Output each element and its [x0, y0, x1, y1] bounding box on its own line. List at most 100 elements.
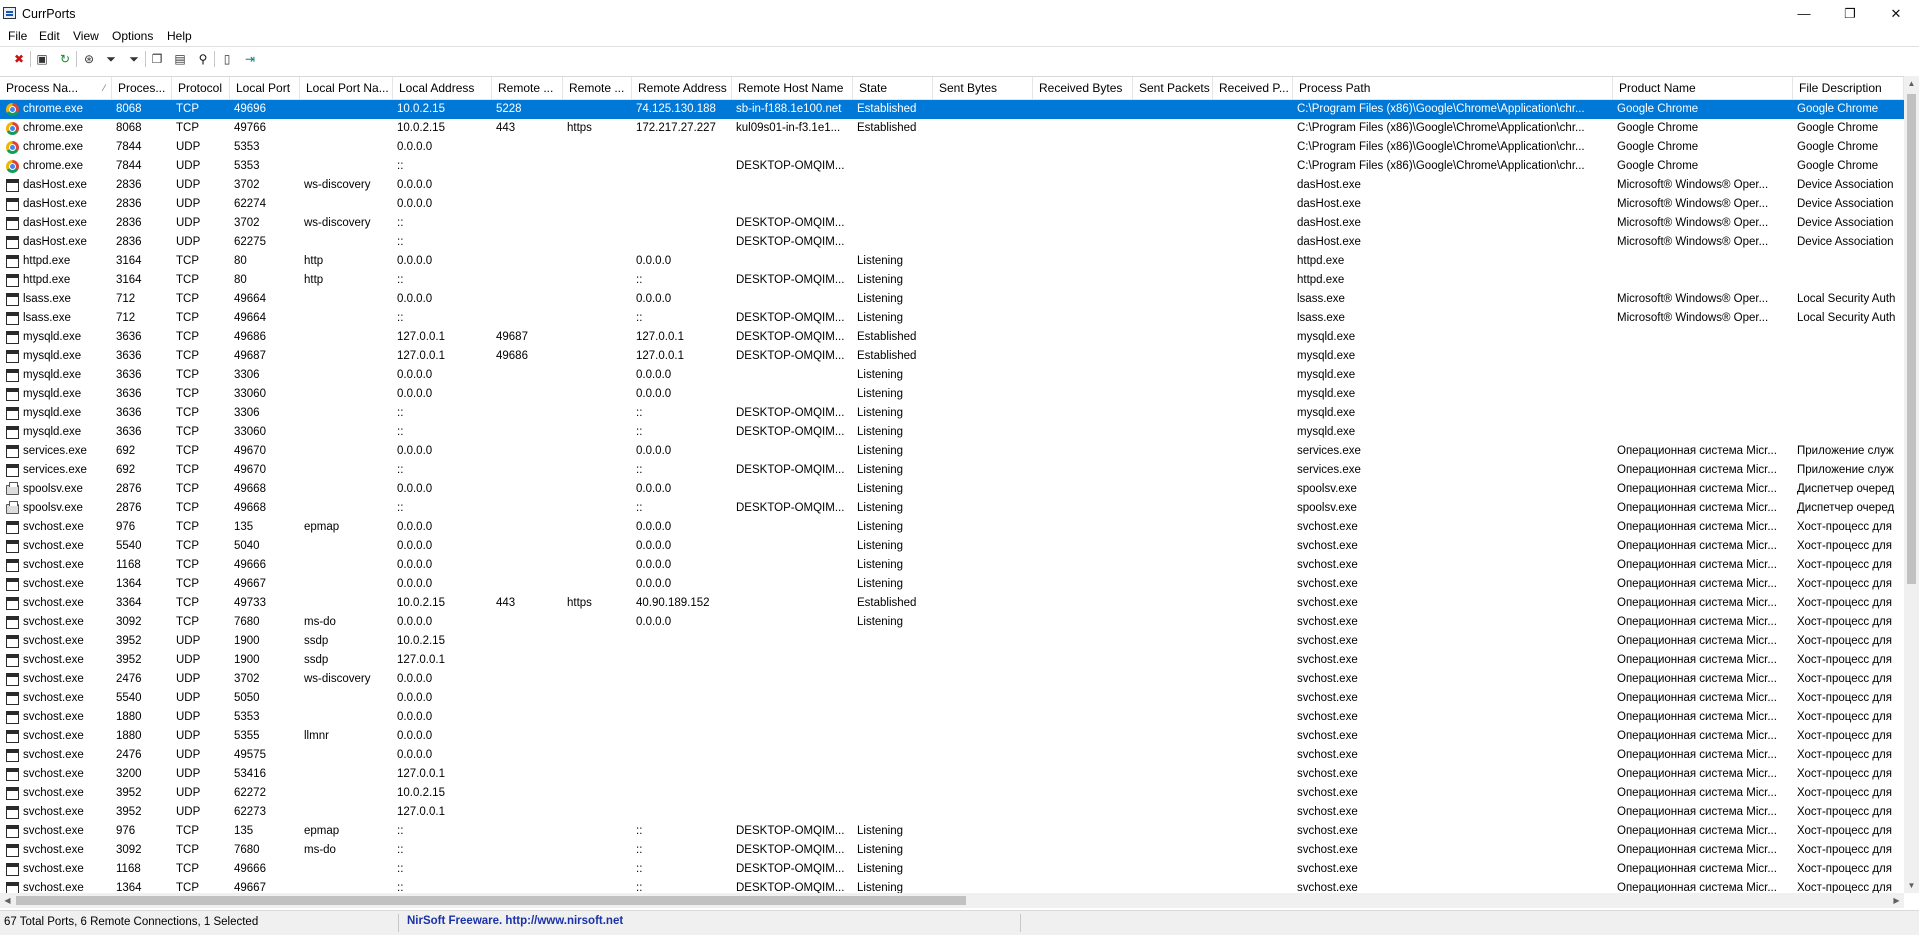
table-row[interactable]: mysqld.exe 3636 TCP 49686 127.0.0.1 49687 127.… [0, 328, 1904, 347]
minimize-button[interactable]: — [1781, 0, 1827, 28]
table-row[interactable]: spoolsv.exe 2876 TCP 49668 0.0.0.0 0.0.0.0 Lis… [0, 480, 1904, 499]
table-cell: 3092 [112, 613, 172, 632]
table-row[interactable]: chrome.exe 7844 UDP 5353 0.0.0.0 C:\Program F… [0, 138, 1904, 157]
table-row[interactable]: services.exe 692 TCP 49670 0.0.0.0 0.0.0.0 Lis… [0, 442, 1904, 461]
table-row[interactable]: svchost.exe 1168 TCP 49666:::: DESKTOP-OMQIM… [0, 860, 1904, 879]
find-icon[interactable]: ⚲ [194, 50, 212, 68]
menu-edit[interactable]: Edit [39, 29, 60, 43]
table-row[interactable]: dasHost.exe 2836 UDP 62274 0.0.0.0 dasHost.ex… [0, 195, 1904, 214]
options-icon[interactable]: ⊛ [80, 50, 98, 68]
table-row[interactable]: svchost.exe 1364 TCP 49667:::: DESKTOP-OMQIM… [0, 879, 1904, 894]
table-row[interactable]: svchost.exe 3952 UDP 62272 10.0.2.15 svchost.… [0, 784, 1904, 803]
column-header[interactable]: Sent Bytes [933, 77, 1033, 99]
column-header[interactable]: Process Na... ⁄ [0, 77, 112, 99]
table-cell: UDP [172, 689, 230, 708]
column-header[interactable]: Remote Address [632, 77, 732, 99]
column-header[interactable]: Received P... [1213, 77, 1293, 99]
table-row[interactable]: svchost.exe 976 TCP 135 epmap:::: DESKTOP-OMQ… [0, 822, 1904, 841]
table-row[interactable]: svchost.exe 3952 UDP 62273 127.0.0.1 svchost.… [0, 803, 1904, 822]
column-header[interactable]: Local Port [230, 77, 300, 99]
table-row[interactable]: svchost.exe 976 TCP 135 epmap 0.0.0.0 0.0.0.0 L… [0, 518, 1904, 537]
table-row[interactable]: dasHost.exe 2836 UDP 3702 ws-discovery:: DESK… [0, 214, 1904, 233]
table-row[interactable]: lsass.exe 712 TCP 49664:::: DESKTOP-OMQIM...… [0, 309, 1904, 328]
table-row[interactable]: services.exe 692 TCP 49670:::: DESKTOP-OMQIM… [0, 461, 1904, 480]
horizontal-scroll-thumb[interactable] [16, 896, 966, 905]
table-row[interactable]: chrome.exe 8068 TCP 49696 10.0.2.15 5228 74.12… [0, 100, 1904, 119]
menu-view[interactable]: View [73, 29, 99, 43]
table-row[interactable]: svchost.exe 3364 TCP 49733 10.0.2.15 443 https… [0, 594, 1904, 613]
table-row[interactable]: httpd.exe 3164 TCP 80 http 0.0.0.0 0.0.0.0 List… [0, 252, 1904, 271]
copy-icon[interactable]: ❐ [148, 50, 166, 68]
table-row[interactable]: mysqld.exe 3636 TCP 33060:::: DESKTOP-OMQIM.… [0, 423, 1904, 442]
table-row[interactable]: svchost.exe 1880 UDP 5355 llmnr 0.0.0.0 svchos… [0, 727, 1904, 746]
table-row[interactable]: lsass.exe 712 TCP 49664 0.0.0.0 0.0.0.0 Listen… [0, 290, 1904, 309]
column-header[interactable]: Product Name [1613, 77, 1793, 99]
cell-text: 443 [496, 597, 516, 609]
column-header[interactable]: Sent Packets [1133, 77, 1213, 99]
scroll-down-arrow-icon[interactable]: ▼ [1904, 878, 1919, 893]
column-header[interactable]: File Description [1793, 77, 1904, 99]
column-header[interactable]: State [853, 77, 933, 99]
nirsoft-link[interactable]: NirSoft Freeware. http://www.nirsoft.net [407, 915, 623, 927]
menu-file[interactable]: File [8, 29, 27, 43]
table-row[interactable]: dasHost.exe 2836 UDP 3702 ws-discovery 0.0.0.… [0, 176, 1904, 195]
report-icon[interactable]: ▯ [218, 50, 236, 68]
table-row[interactable]: svchost.exe 3092 TCP 7680 ms-do 0.0.0.0 0.0.0.… [0, 613, 1904, 632]
cell-text: Приложение служ [1797, 445, 1894, 457]
vertical-scroll-thumb[interactable] [1907, 94, 1916, 584]
menu-help[interactable]: Help [167, 29, 192, 43]
save-icon[interactable]: ▣ [33, 50, 51, 68]
advanced-filter-icon[interactable]: ⏷ [125, 50, 143, 68]
window-icon [6, 692, 19, 705]
column-header[interactable]: Received Bytes [1033, 77, 1133, 99]
table-row[interactable]: mysqld.exe 3636 TCP 49687 127.0.0.1 49686 127.… [0, 347, 1904, 366]
close-button[interactable]: ✕ [1873, 0, 1919, 28]
table-row[interactable]: chrome.exe 7844 UDP 5353:: DESKTOP-OMQIM... C… [0, 157, 1904, 176]
column-header[interactable]: Proces... [112, 77, 172, 99]
table-cell: TCP [172, 575, 230, 594]
table-row[interactable]: svchost.exe 3200 UDP 53416 127.0.0.1 svchost.… [0, 765, 1904, 784]
refresh-icon[interactable]: ↻ [56, 50, 74, 68]
scroll-right-arrow-icon[interactable]: ▶ [1889, 893, 1904, 908]
column-header[interactable]: Protocol [172, 77, 230, 99]
table-row[interactable]: svchost.exe 3952 UDP 1900 ssdp 127.0.0.1 svcho… [0, 651, 1904, 670]
column-header[interactable]: Local Address [393, 77, 492, 99]
cell-text: dasHost.exe [23, 198, 87, 210]
column-header[interactable]: Process Path [1293, 77, 1613, 99]
table-row[interactable]: chrome.exe 8068 TCP 49766 10.0.2.15 443 https 1… [0, 119, 1904, 138]
delete-icon[interactable]: ✖ [10, 50, 28, 68]
table-row[interactable]: httpd.exe 3164 TCP 80 http:::: DESKTOP-OMQIM.… [0, 271, 1904, 290]
table-row[interactable]: mysqld.exe 3636 TCP 3306:::: DESKTOP-OMQIM..… [0, 404, 1904, 423]
vertical-scrollbar[interactable]: ▲ ▼ [1904, 76, 1919, 893]
table-row[interactable]: svchost.exe 1880 UDP 5353 0.0.0.0 svchost.exe… [0, 708, 1904, 727]
exit-icon[interactable]: ⇥ [241, 50, 259, 68]
table-row[interactable]: mysqld.exe 3636 TCP 3306 0.0.0.0 0.0.0.0 Liste… [0, 366, 1904, 385]
table-row[interactable]: svchost.exe 5540 TCP 5040 0.0.0.0 0.0.0.0 List… [0, 537, 1904, 556]
column-header[interactable]: Remote ... [563, 77, 632, 99]
table-row[interactable]: dasHost.exe 2836 UDP 62275:: DESKTOP-OMQIM..… [0, 233, 1904, 252]
table-row[interactable]: svchost.exe 5540 UDP 5050 0.0.0.0 svchost.exe… [0, 689, 1904, 708]
table-cell [732, 442, 853, 461]
column-header[interactable]: Remote ... [492, 77, 563, 99]
properties-icon[interactable]: ▤ [171, 50, 189, 68]
table-row[interactable]: mysqld.exe 3636 TCP 33060 0.0.0.0 0.0.0.0 List… [0, 385, 1904, 404]
maximize-button[interactable]: ❐ [1827, 0, 1873, 28]
scroll-left-arrow-icon[interactable]: ◀ [0, 893, 15, 908]
table-cell [1793, 252, 1904, 271]
table-row[interactable]: svchost.exe 1364 TCP 49667 0.0.0.0 0.0.0.0 Lis… [0, 575, 1904, 594]
scroll-up-arrow-icon[interactable]: ▲ [1904, 76, 1919, 91]
column-header[interactable]: Local Port Na... [300, 77, 393, 99]
table-row[interactable]: svchost.exe 3092 TCP 7680 ms-do:::: DESKTOP-O… [0, 841, 1904, 860]
table-row[interactable]: svchost.exe 1168 TCP 49666 0.0.0.0 0.0.0.0 Lis… [0, 556, 1904, 575]
table-row[interactable]: spoolsv.exe 2876 TCP 49668:::: DESKTOP-OMQIM… [0, 499, 1904, 518]
column-header[interactable]: Remote Host Name [732, 77, 853, 99]
table-row[interactable]: svchost.exe 3952 UDP 1900 ssdp 10.0.2.15 svcho… [0, 632, 1904, 651]
ports-table[interactable]: Process Na... ⁄ Proces... Protocol Local Por… [0, 76, 1904, 894]
filter-icon[interactable]: ⏷ [102, 50, 120, 68]
horizontal-scrollbar[interactable]: ◀ ▶ [0, 893, 1904, 908]
table-cell [1033, 822, 1133, 841]
menu-options[interactable]: Options [112, 29, 153, 43]
table-row[interactable]: svchost.exe 2476 UDP 49575 0.0.0.0 svchost.ex… [0, 746, 1904, 765]
window-icon [6, 540, 19, 553]
table-row[interactable]: svchost.exe 2476 UDP 3702 ws-discovery 0.0.0.… [0, 670, 1904, 689]
